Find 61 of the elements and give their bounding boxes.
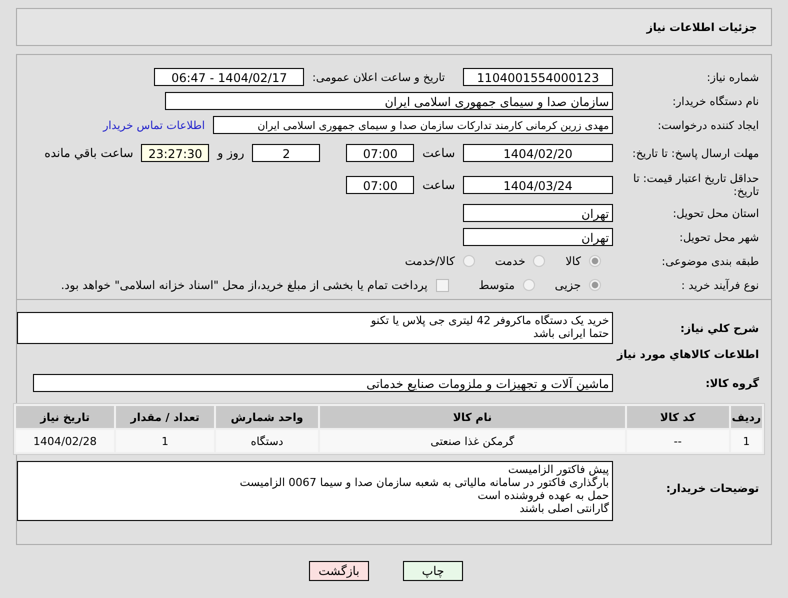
field-label: حداقل تاریخ اعتبار قیمت: تا تاریخ:: [632, 172, 760, 198]
validity-time-field: 07:00: [346, 176, 414, 194]
province-field: تهران: [463, 204, 613, 222]
goods-group-field: ماشین آلات و تجهیزات و ملزومات صنایع خدماتی: [33, 374, 613, 392]
radio-button[interactable]: [522, 279, 535, 291]
field-label: نام دستگاه خریدار:: [671, 94, 760, 108]
column-header: نام کالا: [320, 406, 625, 428]
table-cell: 1: [116, 430, 214, 452]
remaining-label: ساعت باقي مانده: [44, 146, 134, 160]
remaining-time-field: 23:27:30: [141, 144, 210, 162]
column-header: کد کالا: [626, 406, 729, 428]
radio-label: كالا/خدمت: [404, 254, 455, 268]
column-header: واحد شمارش: [216, 406, 318, 428]
radio-button[interactable]: [589, 255, 601, 267]
field-label: توضیحات خریدار:: [665, 482, 760, 494]
creator-field: مهدی زرین کرمانی کارمند تدارکات سازمان صدا و سیمای جمهوری اسلامی ایران: [213, 116, 613, 134]
radio-label: خدمت: [494, 254, 526, 268]
section-heading: اطلاعات كالاهاي مورد نياز: [616, 347, 760, 363]
need-number-field: 1104001554000123: [463, 68, 613, 86]
action-button[interactable]: بازگشت: [309, 561, 369, 581]
column-header: تاریخ نیاز: [16, 406, 114, 428]
checkbox-label: پرداخت تمام یا بخشی از مبلغ خرید،از محل "اسناد خزانه اسلامی" خواهد بود.: [60, 278, 428, 292]
field-label: گروه کالا:: [704, 376, 760, 390]
radio-label: متوسط: [478, 278, 515, 292]
column-header: تعداد / مقدار: [116, 406, 214, 428]
buyer-contact-link[interactable]: اطلاعات تماس خریدار: [103, 118, 205, 132]
field-label: استان محل تحویل:: [672, 206, 760, 220]
radio-button[interactable]: [462, 255, 475, 267]
time-label: ساعت: [422, 178, 455, 192]
field-label: مهلت ارسال پاسخ: تا تاریخ:: [631, 146, 760, 160]
table-cell: 1404/02/28: [16, 430, 114, 452]
table-cell: گرمکن غذا صنعتی: [320, 430, 625, 452]
field-label: طبقه بندی موضوعی:: [660, 254, 760, 268]
radio-button[interactable]: [533, 255, 546, 267]
table-cell: --: [626, 430, 729, 452]
days-label: روز و: [217, 146, 244, 160]
field-label: نوع فرآیند خرید :: [680, 278, 760, 292]
radio-button[interactable]: [589, 279, 601, 291]
buyer-notes-textarea[interactable]: پیش فاکتور الزامیست بارگذاری فاکتور در سامانه مالیاتی به شعبه سازمان صدا و سیما 0067 الزامیست حمل به عهده فروشنده است گارانتی اصلی باشند: [17, 461, 613, 521]
checkbox[interactable]: [436, 278, 449, 292]
field-label: شرح كلي نياز:: [679, 322, 760, 334]
field-label: شماره نیاز:: [706, 70, 760, 84]
table-cell: دستگاه: [216, 430, 318, 452]
radio-label: جزیی: [554, 278, 581, 292]
city-field: تهران: [463, 228, 613, 246]
field-label: ایجاد کننده درخواست:: [656, 118, 760, 132]
announce-date-field: 1404/02/17 - 06:47: [154, 68, 304, 86]
buyer-org-field: سازمان صدا و سیمای جمهوری اسلامی ایران: [165, 92, 613, 110]
validity-date-field: 1404/03/24: [463, 176, 613, 194]
field-label: شهر محل تحویل:: [678, 230, 760, 244]
action-button[interactable]: چاپ: [403, 561, 463, 581]
time-label: ساعت: [422, 146, 455, 160]
column-header: ردیف: [730, 406, 762, 428]
radio-label: كالا: [565, 254, 581, 268]
page-title: جزئیات اطلاعات نیاز: [646, 20, 757, 34]
description-textarea[interactable]: خرید یک دستگاه ماکروفر 42 لیتری جی پلاس یا تکنو حتما ایرانی باشد: [17, 312, 613, 344]
deadline-date-field: 1404/02/20: [463, 144, 613, 162]
days-field: 2: [252, 144, 320, 162]
table-cell: 1: [730, 430, 762, 452]
deadline-time-field: 07:00: [346, 144, 414, 162]
field-label: تاریخ و ساعت اعلان عمومی:: [312, 70, 445, 84]
